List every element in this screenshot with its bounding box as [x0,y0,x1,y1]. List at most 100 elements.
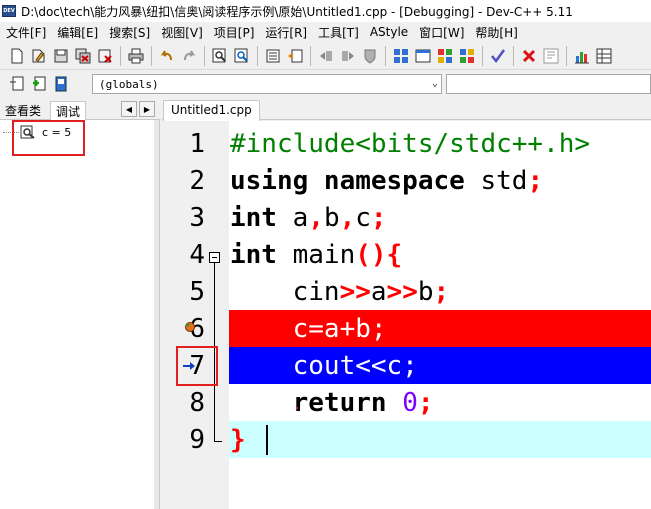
line-number: 1 [189,129,205,159]
code-editor[interactable]: 1 #include<bits/stdc++.h> 2 using namesp… [162,121,651,509]
unindent-icon [288,49,303,62]
toolbar-separator [120,45,121,66]
compile-button[interactable] [390,45,412,67]
project-icon [10,76,24,91]
toolbar-separator [204,45,205,66]
line-number: 4 [189,240,205,270]
new-file-button[interactable] [6,45,28,67]
add-to-project-button[interactable] [28,73,50,95]
code-text: int a,b,c; [230,203,387,233]
syntax-check-button[interactable] [487,45,509,67]
new-project-button[interactable] [6,73,28,95]
code-line: 6 c=a+b; [162,311,651,348]
rebuild-button[interactable] [456,45,478,67]
line-number: 8 [189,388,205,418]
menu-view[interactable]: 视图[V] [155,24,208,41]
code-line: 8 return 0; [162,385,651,422]
toolbar-separator [566,45,567,66]
editor-tabs: Untitled1.cpp [162,98,651,121]
run-icon [415,49,431,62]
code-line: 2 using namespace std; [162,163,651,200]
code-line: 9 } [162,422,651,459]
breakpoint-icon[interactable] [184,321,196,333]
toggle-comment-button[interactable] [359,45,381,67]
function-combo[interactable] [446,74,651,94]
tab-untitled1[interactable]: Untitled1.cpp [163,100,260,121]
code-text: #include<bits/stdc++.h> [230,129,591,159]
project-file-button[interactable] [50,73,72,95]
find-button[interactable] [209,45,231,67]
menu-file[interactable]: 文件[F] [0,24,51,41]
toolbar-separator [482,45,483,66]
save-icon [54,49,68,62]
redo-icon [184,49,196,60]
debug-icon [543,48,559,63]
stop-button[interactable] [518,45,540,67]
code-line: 3 int a,b,c; [162,200,651,237]
main-toolbar [0,42,651,70]
code-line: 7 cout<<c; [162,348,651,385]
code-line: 1 #include<bits/stdc++.h> [162,126,651,163]
file-icon [55,76,67,92]
undo-button[interactable] [156,45,178,67]
code-text: using namespace std; [230,166,544,196]
replace-button[interactable] [231,45,253,67]
title-bar: DEV D:\doc\tech\能力风暴\纽扣\信奥\阅读程序示例\原始\Unt… [0,0,651,22]
menu-search[interactable]: 搜索[S] [103,24,155,41]
line-number: 9 [189,425,205,455]
scope-combo-value: (globals) [99,77,159,91]
save-button[interactable] [50,45,72,67]
menu-run[interactable]: 运行[R] [259,24,312,41]
new-file-icon [11,48,23,63]
add-icon [33,76,46,91]
code-line: 5 cin>>a>>b; [162,274,651,311]
menu-project[interactable]: 项目[P] [208,24,260,41]
chevron-down-icon[interactable]: ⌄ [432,78,438,89]
redo-button[interactable] [178,45,200,67]
menu-astyle[interactable]: AStyle [364,25,413,39]
run-button[interactable] [412,45,434,67]
unindent-button[interactable] [284,45,306,67]
print-icon [128,48,144,63]
menu-bar: 文件[F] 编辑[E] 搜索[S] 视图[V] 项目[P] 运行[R] 工具[T… [0,22,651,42]
toolbar-separator [385,45,386,66]
scope-combo[interactable]: (globals) ⌄ [92,74,442,94]
toolbar-separator [513,45,514,66]
menu-help[interactable]: 帮助[H] [469,24,522,41]
menu-window[interactable]: 窗口[W] [413,24,469,41]
toolbar-separator [151,45,152,66]
close-icon [98,49,112,63]
line-number: 3 [189,203,205,233]
undo-icon [160,49,172,60]
indent-button[interactable] [262,45,284,67]
left-panel-scrollbar[interactable] [154,120,159,509]
bookmark-button[interactable] [337,45,359,67]
open-button[interactable] [28,45,50,67]
menu-edit[interactable]: 编辑[E] [51,24,103,41]
profile-chart-button[interactable] [571,45,593,67]
debug-button[interactable] [540,45,562,67]
check-icon [491,48,506,63]
replace-icon [234,48,248,62]
project-options-button[interactable] [593,45,615,67]
tab-scroll-left-button[interactable]: ◀ [121,101,137,117]
print-button[interactable] [125,45,147,67]
shield-icon [364,49,376,64]
code-text: cout<<c; [230,351,418,381]
menu-tools[interactable]: 工具[T] [312,24,364,41]
close-file-button[interactable] [94,45,116,67]
tab-debug[interactable]: 调试 [50,101,87,120]
tab-class-browser[interactable]: 查看类 [0,101,46,120]
code-text: } [230,425,246,455]
goto-button[interactable] [315,45,337,67]
save-all-button[interactable] [72,45,94,67]
stop-icon [522,49,536,62]
line-number: 5 [189,277,205,307]
find-icon [212,48,226,62]
tab-scroll-right-button[interactable]: ▶ [139,101,155,117]
marker-dot [296,407,298,409]
save-all-icon [75,48,91,63]
fold-toggle[interactable] [209,252,220,263]
compile-run-button[interactable] [434,45,456,67]
app-icon: DEV [2,5,16,17]
